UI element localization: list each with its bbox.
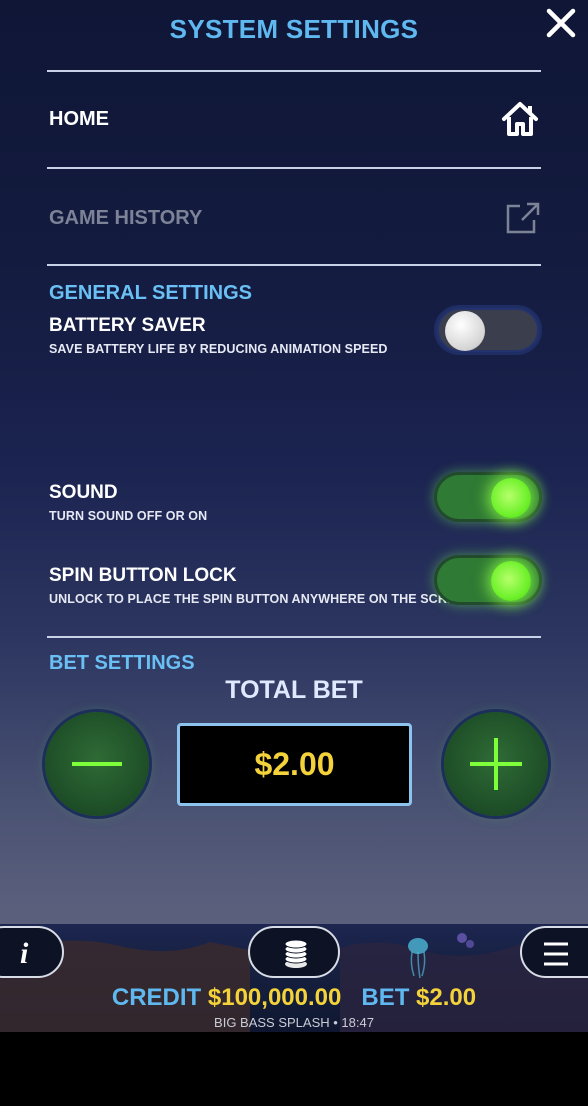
battery-saver-title: BATTERY SAVER — [49, 315, 206, 336]
credit-value: $100,000.00 — [207, 984, 342, 1011]
divider — [47, 167, 541, 169]
decrease-bet-button[interactable] — [45, 712, 149, 816]
total-bet-value: $2.00 — [177, 723, 412, 806]
game-status-bar: i CREDIT $100,000.00 BET $2.00 BIG BASS … — [0, 924, 588, 1032]
coins-icon — [284, 939, 308, 968]
close-icon[interactable] — [544, 6, 578, 40]
divider — [47, 636, 541, 638]
increase-bet-button[interactable] — [444, 712, 548, 816]
hamburger-icon — [544, 942, 568, 966]
battery-saver-desc: SAVE BATTERY LIFE BY REDUCING ANIMATION … — [49, 342, 388, 356]
bet-value: $2.00 — [416, 984, 477, 1011]
sound-toggle[interactable] — [434, 472, 542, 522]
spin-lock-toggle[interactable] — [434, 555, 542, 605]
minus-icon — [72, 762, 122, 766]
spin-lock-desc: UNLOCK TO PLACE THE SPIN BUTTON ANYWHERE… — [49, 592, 473, 606]
toggle-knob — [491, 478, 531, 518]
bet-coins-button[interactable] — [248, 926, 340, 978]
credit-bet-line: CREDIT $100,000.00 BET $2.00 — [0, 984, 588, 1012]
page-title: SYSTEM SETTINGS — [169, 14, 419, 44]
home-label[interactable]: HOME — [49, 108, 109, 131]
plus-icon — [470, 738, 522, 790]
general-settings-heading: GENERAL SETTINGS — [49, 282, 252, 304]
sound-desc: TURN SOUND OFF OR ON — [49, 509, 208, 523]
info-button[interactable]: i — [0, 926, 64, 978]
battery-saver-toggle[interactable] — [434, 305, 542, 355]
info-icon: i — [20, 937, 29, 970]
toggle-knob — [445, 311, 485, 351]
game-history-label[interactable]: GAME HISTORY — [49, 207, 202, 230]
spin-lock-title: SPIN BUTTON LOCK — [49, 565, 237, 586]
sound-title: SOUND — [49, 482, 118, 503]
external-link-icon[interactable] — [504, 200, 542, 238]
credit-label: CREDIT — [111, 984, 202, 1011]
divider — [47, 264, 541, 266]
toggle-knob — [491, 561, 531, 601]
game-info: BIG BASS SPLASH • 18:47 — [214, 1015, 374, 1030]
settings-screen: SYSTEM SETTINGS HOME GAME HISTORY GENERA… — [0, 0, 588, 1032]
total-bet-label: TOTAL BET — [225, 676, 363, 704]
bet-label: BET — [361, 984, 410, 1011]
home-icon[interactable] — [501, 100, 539, 138]
menu-button[interactable] — [520, 926, 588, 978]
bet-settings-heading: BET SETTINGS — [49, 652, 195, 674]
divider — [47, 70, 541, 72]
